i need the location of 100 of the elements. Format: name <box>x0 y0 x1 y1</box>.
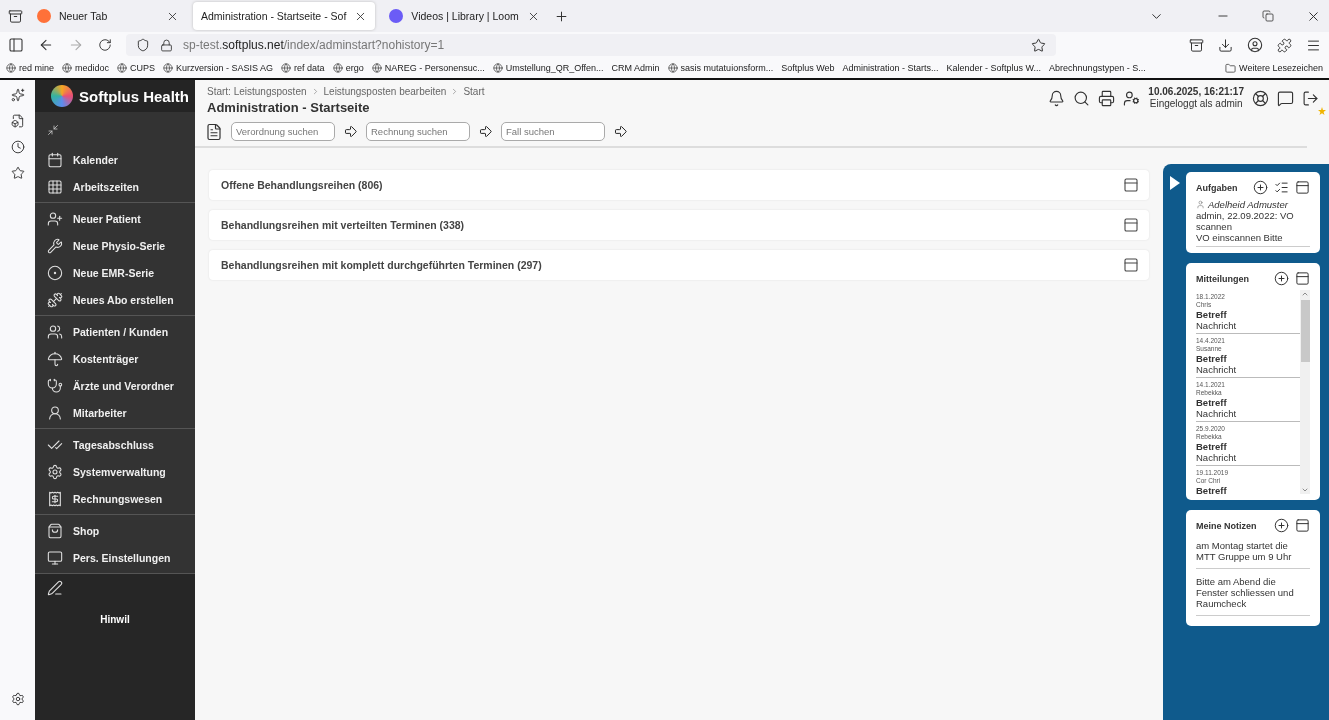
printer-icon[interactable] <box>1098 89 1116 107</box>
collapsible-panel[interactable]: Offene Behandlungsreihen (806) <box>209 170 1149 200</box>
bookmark[interactable]: Kalender - Softplus W... <box>946 63 1042 73</box>
collapse-icon[interactable] <box>47 124 59 136</box>
bookmark[interactable]: red mine <box>6 63 54 73</box>
bookmark[interactable]: ref data <box>281 63 325 73</box>
star-icon[interactable] <box>10 166 25 180</box>
expand-icon[interactable] <box>1170 176 1180 190</box>
nav-item[interactable]: Neuer Patient <box>35 205 195 232</box>
nav-item[interactable]: Neue EMR-Serie <box>35 259 195 286</box>
bookmark[interactable]: Kurzversion - SASIS AG <box>163 63 274 73</box>
scroll-thumb[interactable] <box>1300 300 1310 362</box>
nav-item[interactable]: Tagesabschluss <box>35 431 195 458</box>
add-icon[interactable] <box>1274 271 1289 286</box>
window-icon[interactable] <box>1295 518 1310 533</box>
bookmark[interactable]: Abrechnungstypen - S... <box>1049 63 1146 73</box>
bookmark[interactable]: sasis mutatuionsform... <box>667 63 774 73</box>
nav-item[interactable]: Systemverwaltung <box>35 458 195 485</box>
bookmark[interactable]: Softplus Web <box>781 63 835 73</box>
scroll-up-icon[interactable] <box>1301 290 1309 298</box>
collapsible-panel[interactable]: Behandlungsreihen mit komplett durchgeführten Terminen (297) <box>209 250 1149 280</box>
edit-icon[interactable] <box>47 580 63 596</box>
arrow-right-icon[interactable] <box>343 124 358 139</box>
account-icon[interactable] <box>1247 37 1263 53</box>
document-icon[interactable] <box>205 122 223 141</box>
reload-icon[interactable] <box>98 38 112 52</box>
arrow-right-icon[interactable] <box>478 124 493 139</box>
window-icon[interactable] <box>1295 180 1310 195</box>
bookmark[interactable]: Umstellung_QR_Offen... <box>492 63 604 73</box>
lock-icon <box>160 38 173 52</box>
nav-item[interactable]: Neues Abo erstellen <box>35 286 195 313</box>
document-icon[interactable] <box>10 114 25 128</box>
breadcrumb-link[interactable]: Start <box>463 86 485 97</box>
menu-icon[interactable] <box>1306 37 1321 53</box>
bell-icon[interactable] <box>1048 89 1066 107</box>
tab-overview-icon[interactable] <box>8 8 23 24</box>
nav-item[interactable]: Ärzte und Verordner <box>35 372 195 399</box>
back-icon[interactable] <box>38 37 54 53</box>
clock-icon[interactable] <box>10 140 25 154</box>
globe-icon <box>6 63 16 73</box>
bookmark[interactable]: CRM Admin <box>611 63 660 73</box>
search-field[interactable]: Verordnung suchen <box>231 122 335 141</box>
nav-item[interactable]: Shop <box>35 517 195 544</box>
logout-icon[interactable] <box>1302 89 1319 107</box>
person-icon <box>1196 200 1205 209</box>
card-title: Mitteilungen <box>1196 273 1250 284</box>
stethoscope-icon <box>47 377 63 394</box>
nav-item[interactable]: Kalender <box>35 146 195 173</box>
bookmark[interactable]: CUPS <box>117 63 156 73</box>
lifebuoy-icon[interactable] <box>1252 89 1269 107</box>
nav-item[interactable]: Neue Physio-Serie <box>35 232 195 259</box>
nav-item[interactable]: Rechnungswesen <box>35 485 195 512</box>
window-icon[interactable] <box>1123 177 1139 193</box>
bookmark[interactable]: medidoc <box>62 63 110 73</box>
download-icon[interactable] <box>1218 37 1233 53</box>
search-field[interactable]: Rechnung suchen <box>366 122 470 141</box>
window-icon[interactable] <box>1123 217 1139 233</box>
monitor-icon <box>47 549 63 566</box>
sidebar-toggle-icon[interactable] <box>8 37 24 53</box>
nav-item[interactable]: Patienten / Kunden <box>35 318 195 345</box>
breadcrumb-link[interactable]: Start: Leistungsposten <box>207 86 307 97</box>
scroll-down-icon[interactable] <box>1301 486 1309 494</box>
message-body: Nachricht <box>1196 452 1238 463</box>
search-field[interactable]: Fall suchen <box>501 122 605 141</box>
note-text: am Montag startet die MTT Gruppe um 9 Uhr <box>1196 537 1310 569</box>
arrow-right-icon[interactable] <box>613 124 628 139</box>
sparkle-icon[interactable] <box>10 88 25 102</box>
page-title: Administration - Startseite <box>207 100 371 115</box>
site-icon <box>37 9 51 23</box>
breadcrumb-link[interactable]: Leistungsposten bearbeiten <box>323 86 447 97</box>
add-icon[interactable] <box>1274 518 1289 533</box>
nav-item[interactable]: Arbeitszeiten <box>35 173 195 200</box>
window-icon[interactable] <box>1123 257 1139 273</box>
puzzle-icon[interactable] <box>1277 37 1292 53</box>
bookmark[interactable]: NAREG - Personensuc... <box>371 63 485 73</box>
message-icon[interactable] <box>1277 89 1294 107</box>
login-status: Eingeloggt als admin <box>1148 98 1244 110</box>
user-plus-icon <box>47 210 63 227</box>
star-icon[interactable] <box>1031 37 1046 53</box>
browser-tab[interactable]: Videos | Library | Loom <box>381 2 548 30</box>
bookmark[interactable]: ergo <box>332 63 364 73</box>
browser-tab[interactable]: Neuer Tab <box>29 2 187 30</box>
bookmarks-folder[interactable]: Weitere Lesezeichen <box>1225 62 1323 74</box>
collapsible-panel[interactable]: Behandlungsreihen mit verteilten Terminen (338) <box>209 210 1149 240</box>
new-tab-icon[interactable] <box>553 8 569 24</box>
user-gear-icon[interactable] <box>1123 89 1141 107</box>
add-icon[interactable] <box>1253 180 1268 195</box>
restore-icon[interactable] <box>1262 10 1274 22</box>
settings-icon[interactable] <box>10 692 25 706</box>
browser-tab[interactable]: Administration - Startseite - Sof <box>193 2 376 30</box>
address-bar[interactable]: sp-test.softplus.net/index/adminstart?nohistory=1 <box>126 34 1056 56</box>
window-icon[interactable] <box>1295 271 1310 286</box>
search-icon[interactable] <box>1073 89 1091 107</box>
nav-item[interactable]: Mitarbeiter <box>35 399 195 426</box>
list-icon[interactable] <box>1274 180 1289 195</box>
nav-item[interactable]: Pers. Einstellungen <box>35 544 195 571</box>
message-subject: Betreff <box>1196 441 1228 452</box>
bookmark[interactable]: Administration - Starts... <box>842 63 939 73</box>
nav-item[interactable]: Kostenträger <box>35 345 195 372</box>
card-title: Meine Notizen <box>1196 520 1258 531</box>
